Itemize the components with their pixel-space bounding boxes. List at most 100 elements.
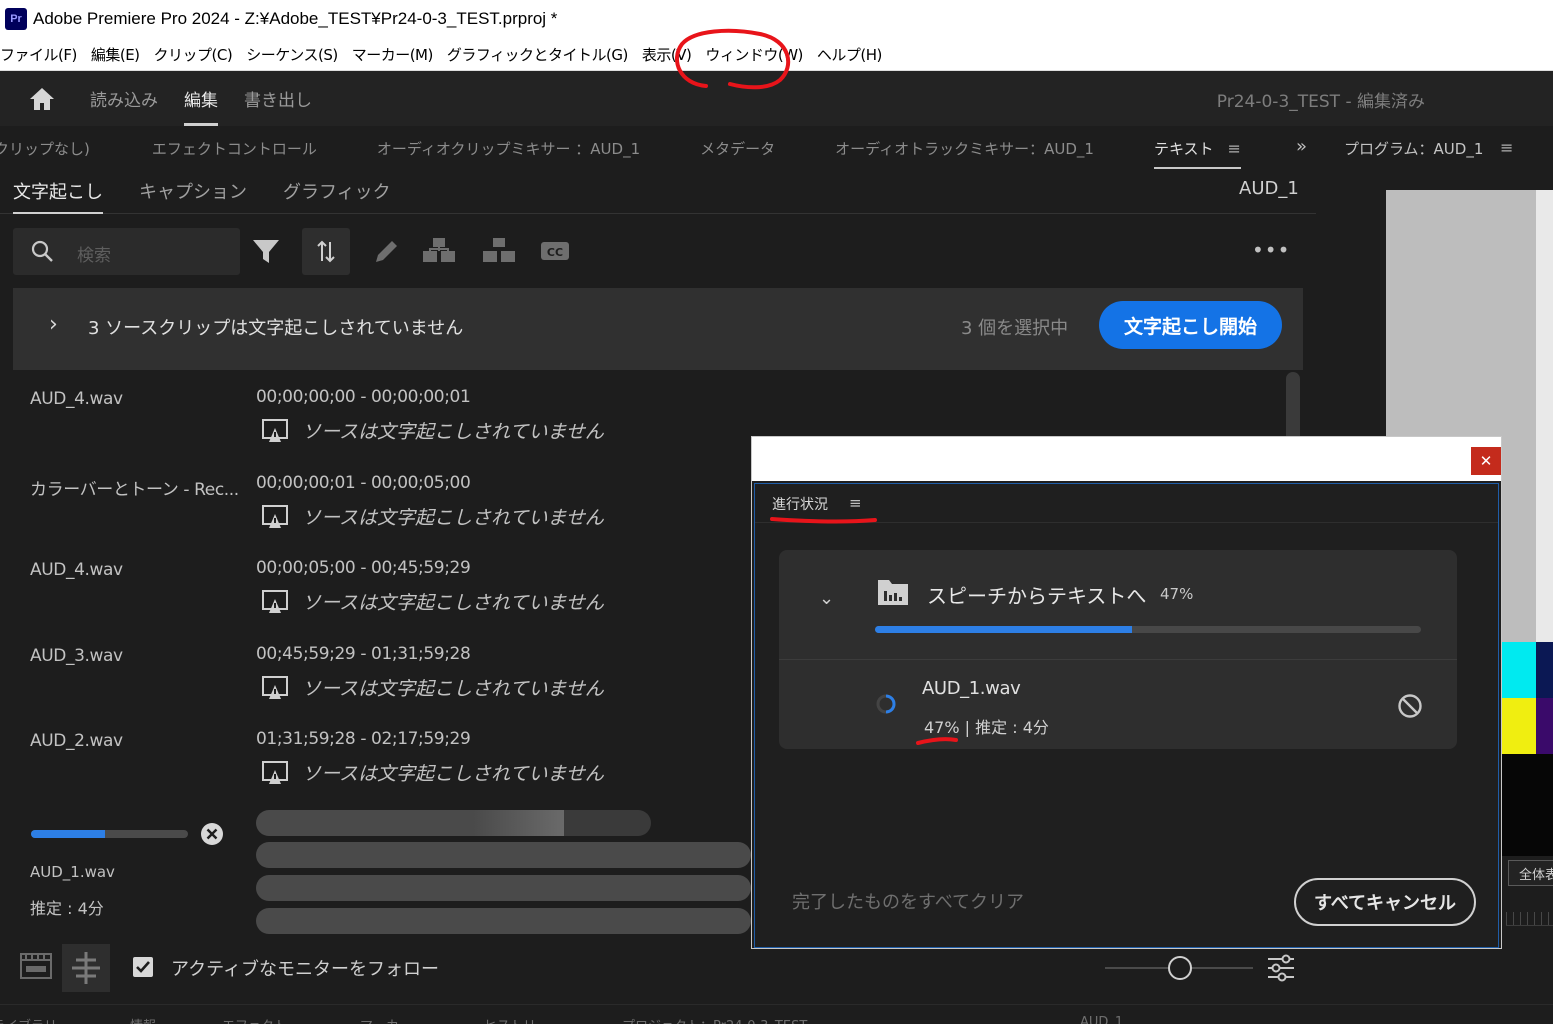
tab-info[interactable]: 情報 (130, 1015, 156, 1024)
tab-markers[interactable]: マーカー (360, 1015, 412, 1024)
cancel-all-button[interactable]: すべてキャンセル (1294, 878, 1476, 926)
clip-status: ソースは文字起こしされていません (262, 503, 604, 530)
expand-chevron-icon[interactable]: › (49, 312, 58, 337)
overflow-chevron-icon[interactable]: » (1296, 136, 1307, 157)
dialog-titlebar[interactable] (752, 437, 1501, 481)
transcription-progress-fill (31, 830, 105, 838)
tab-libraries[interactable]: ライブラリ (0, 1015, 57, 1024)
tab-project[interactable]: プロジェクト：Pr24-0-3_TEST (622, 1015, 807, 1024)
sequence-label: AUD_1 (1239, 178, 1299, 199)
menubar: ファイル(F) 編集(E) クリップ(C) シーケンス(S) マーカー(M) グ… (0, 38, 1553, 71)
progress-panel: 進行状況 ≡ ⌄ スピーチからテキストへ 47% AUD_1.wav 47% |… (754, 483, 1499, 948)
menu-file[interactable]: ファイル(F) (0, 44, 84, 65)
sync-scroll-button[interactable] (302, 228, 350, 275)
clip-name: カラーバーとトーン - Rec... (30, 480, 239, 500)
tab-text[interactable]: テキスト ≡ (1153, 138, 1241, 169)
loading-placeholder (256, 875, 751, 901)
menu-window[interactable]: ウィンドウ(W) (705, 44, 810, 65)
progress-tab[interactable]: 進行状況 (772, 494, 828, 514)
tab-metadata[interactable]: メタデータ (700, 138, 775, 159)
follow-monitor-checkbox[interactable] (133, 957, 153, 977)
tab-history[interactable]: ヒストリー (484, 1015, 549, 1024)
tab-effects[interactable]: エフェクト (222, 1015, 287, 1024)
no-transcript-icon (262, 760, 288, 784)
tab-audio-clip-mixer[interactable]: オーディオクリップミキサー ：AUD_1 (377, 138, 640, 159)
job-item-percent: 47% (924, 718, 960, 737)
untranscribed-banner: › 3 ソースクリップは文字起こしされていません 3 個を選択中 文字起こし開始 (13, 288, 1303, 370)
job-progress-bar (875, 626, 1421, 633)
clip-row[interactable]: AUD_2.wav 01;31;59;28 - 02;17;59;29 ソースは… (0, 720, 760, 806)
more-options-icon[interactable]: ••• (1252, 238, 1290, 262)
window-titlebar: Pr Adobe Premiere Pro 2024 - Z:¥Adobe_TE… (0, 0, 1553, 38)
edit-pencil-icon[interactable] (372, 236, 402, 266)
cancel-transcription-icon[interactable] (200, 822, 224, 846)
clip-name: AUD_4.wav (30, 389, 123, 409)
segment-view-icon[interactable] (62, 944, 110, 992)
menu-clip[interactable]: クリップ(C) (154, 44, 240, 65)
job-divider (779, 659, 1457, 660)
job-item-estimate: 推定 : 4分 (975, 718, 1049, 737)
subtab-graphics[interactable]: グラフィック (283, 170, 391, 214)
home-icon[interactable] (28, 85, 56, 113)
no-transcript-icon (262, 418, 288, 442)
cancel-item-icon[interactable] (1397, 693, 1423, 719)
menu-marker[interactable]: マーカー(M) (352, 44, 440, 65)
subtab-captions[interactable]: キャプション (139, 170, 247, 214)
filter-icon[interactable] (251, 236, 281, 266)
split-segment-icon[interactable] (482, 236, 515, 266)
menu-edit[interactable]: 編集(E) (91, 44, 147, 65)
timeline-view-icon[interactable] (20, 950, 54, 986)
tab-source[interactable]: クリップなし) (0, 138, 90, 159)
program-monitor-title[interactable]: プログラム：AUD_1 (1344, 138, 1483, 159)
meta-separator: | (964, 718, 976, 737)
clip-row[interactable]: カラーバーとトーン - Rec... 00;00;00;01 - 00;00;0… (0, 464, 760, 550)
job-item-name: AUD_1.wav (922, 678, 1021, 699)
follow-monitor-label: アクティブなモニターをフォロー (171, 959, 440, 980)
transcript-toolbar: 検索 CC ••• (0, 222, 1316, 280)
clip-timecode: 00;00;05;00 - 00;45;59;29 (256, 558, 471, 578)
clip-row[interactable]: AUD_3.wav 00;45;59;29 - 01;31;59;28 ソースは… (0, 635, 760, 721)
panel-tab-bar: クリップなし) エフェクトコントロール オーディオクリップミキサー ：AUD_1… (0, 126, 1318, 170)
progress-menu-icon[interactable]: ≡ (849, 494, 862, 512)
loading-placeholder (256, 908, 751, 934)
clip-status: ソースは文字起こしされていません (262, 588, 604, 615)
clear-completed-button[interactable]: 完了したものをすべてクリア (792, 888, 1024, 914)
zoom-slider-knob[interactable] (1168, 956, 1192, 980)
menu-view[interactable]: 表示(V) (642, 44, 698, 65)
clip-status: ソースは文字起こしされていません (262, 759, 604, 786)
svg-text:CC: CC (547, 246, 563, 259)
job-card: ⌄ スピーチからテキストへ 47% AUD_1.wav 47% | 推定 : 4… (779, 550, 1457, 749)
tab-audio-track-mixer[interactable]: オーディオトラックミキサー：AUD_1 (835, 138, 1094, 159)
project-status: Pr24-0-3_TEST - 編集済み (1216, 92, 1425, 112)
workspace-tab-edit[interactable]: 編集 (184, 71, 218, 126)
time-ruler (1506, 912, 1553, 926)
menu-sequence[interactable]: シーケンス(S) (246, 44, 344, 65)
workspace-tab-export[interactable]: 書き出し (244, 71, 312, 126)
subtab-transcript[interactable]: 文字起こし (13, 170, 103, 214)
program-menu-icon[interactable]: ≡ (1500, 138, 1513, 157)
search-input[interactable]: 検索 (13, 228, 240, 275)
workspace-tab-import[interactable]: 読み込み (90, 71, 158, 126)
clip-row[interactable]: AUD_4.wav 00;00;05;00 - 00;45;59;29 ソースは… (0, 549, 760, 635)
progress-dialog: ✕ 進行状況 ≡ ⌄ スピーチからテキストへ 47% AUD_1.wav 47%… (751, 436, 1502, 949)
spinner-icon (875, 693, 897, 715)
merge-segments-icon[interactable] (422, 236, 455, 266)
bottom-panel-tabs: ライブラリ 情報 エフェクト マーカー ヒストリー プロジェクト：Pr24-0-… (0, 1004, 1553, 1024)
tab-text-label: テキスト (1153, 139, 1214, 158)
clip-row[interactable]: AUD_4.wav 00;00;00;00 - 00;00;00;01 ソースは… (0, 378, 760, 464)
close-icon[interactable]: ✕ (1471, 447, 1501, 475)
menu-help[interactable]: ヘルプ(H) (817, 44, 889, 65)
processing-clip-name: AUD_1.wav (30, 863, 115, 881)
collapse-chevron-icon[interactable]: ⌄ (819, 588, 834, 609)
clip-name: AUD_3.wav (30, 646, 123, 666)
create-captions-icon[interactable]: CC (540, 236, 570, 266)
menu-graphics-titles[interactable]: グラフィックとタイトル(G) (447, 44, 635, 65)
tab-sequence[interactable]: AUD_1 (1080, 1015, 1123, 1024)
clip-status-text: ソースは文字起こしされていません (302, 507, 604, 529)
settings-sliders-icon[interactable] (1266, 954, 1296, 986)
tab-effect-controls[interactable]: エフェクトコントロール (152, 138, 317, 159)
start-transcription-button[interactable]: 文字起こし開始 (1099, 301, 1282, 349)
panel-menu-icon[interactable]: ≡ (1228, 139, 1241, 158)
fit-dropdown[interactable]: 全体表示 (1508, 860, 1553, 886)
loading-placeholder (256, 842, 751, 868)
